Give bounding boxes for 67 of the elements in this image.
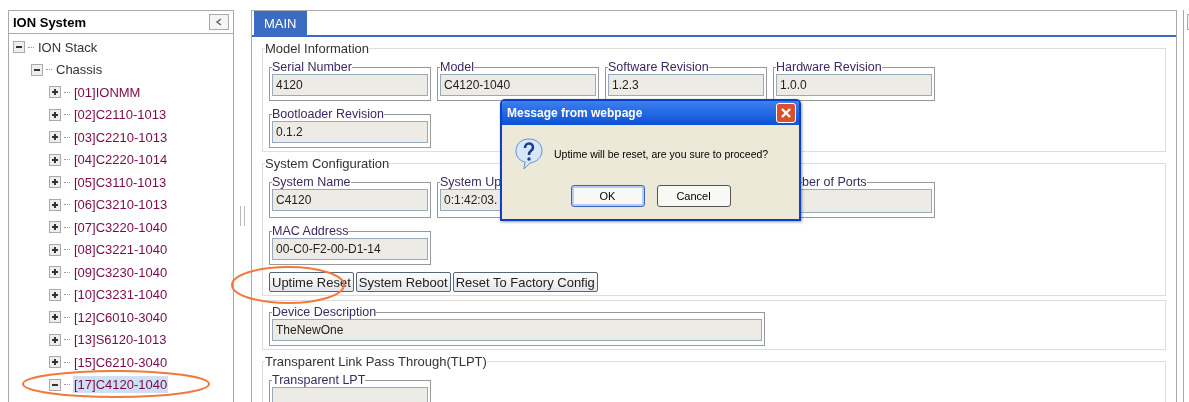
input-field[interactable]: C4120 bbox=[272, 189, 428, 211]
field-label: Hardware Revision bbox=[776, 61, 882, 74]
dialog-title: Message from webpage bbox=[507, 106, 643, 120]
expander-icon[interactable] bbox=[13, 41, 25, 54]
field-label: Software Revision bbox=[608, 61, 709, 74]
tree-item[interactable]: [04]C2220-1014 bbox=[73, 151, 169, 169]
tree-item[interactable]: [17]C4120-1040 bbox=[73, 376, 169, 394]
close-icon bbox=[780, 107, 792, 119]
expander-icon[interactable] bbox=[49, 198, 61, 211]
expander-icon[interactable] bbox=[49, 333, 61, 346]
splitter-grip[interactable] bbox=[240, 206, 245, 226]
tree-item[interactable]: [07]C3220-1040 bbox=[73, 218, 169, 236]
field-label: System Name bbox=[272, 176, 351, 189]
tree-item[interactable]: [10]C3231-1040 bbox=[73, 286, 169, 304]
expander-icon[interactable] bbox=[49, 153, 61, 166]
input-field[interactable]: TheNewOne bbox=[272, 319, 762, 341]
tree-item[interactable]: [13]S6120-1013 bbox=[73, 331, 168, 349]
section-title: Transparent Link Pass Through(TLPT) bbox=[265, 354, 487, 369]
field-label: Device Description bbox=[272, 306, 377, 319]
input-field[interactable]: 4120 bbox=[272, 74, 428, 96]
field-label: ber of Ports bbox=[802, 176, 867, 189]
input-field[interactable]: 1.0.0 bbox=[776, 74, 932, 96]
tree-item[interactable]: [08]C3221-1040 bbox=[73, 241, 169, 259]
dialog-button[interactable]: Cancel bbox=[656, 185, 731, 207]
tree-item[interactable]: [03]C2210-1013 bbox=[73, 128, 169, 146]
expander-icon[interactable] bbox=[49, 221, 61, 234]
question-icon bbox=[514, 137, 544, 171]
expander-icon[interactable] bbox=[49, 311, 61, 324]
input-field[interactable]: 00-C0-F2-00-D1-14 bbox=[272, 238, 428, 260]
dialog-button[interactable]: OK bbox=[570, 185, 645, 207]
chevron-left-icon bbox=[216, 18, 222, 26]
expander-icon[interactable] bbox=[49, 108, 61, 121]
tree-item[interactable]: [15]C6210-3040 bbox=[73, 353, 169, 371]
action-button[interactable]: Reset To Factory Config bbox=[452, 272, 598, 292]
dialog-message: Uptime will be reset, are you sure to proceed? bbox=[554, 148, 769, 160]
collapse-button[interactable] bbox=[209, 14, 229, 30]
expander-icon[interactable] bbox=[49, 356, 61, 369]
sidebar-title: ION System bbox=[13, 14, 86, 30]
field-label: Serial Number bbox=[272, 61, 352, 74]
section-title: System Configuration bbox=[265, 156, 390, 171]
tree-item[interactable]: [09]C3230-1040 bbox=[73, 263, 169, 281]
expander-icon[interactable] bbox=[31, 63, 43, 76]
action-button[interactable]: System Reboot bbox=[355, 272, 451, 292]
tab[interactable]: MAIN bbox=[254, 11, 307, 35]
expander-icon[interactable] bbox=[49, 266, 61, 279]
tree-item[interactable]: ION Stack bbox=[37, 38, 99, 56]
close-button[interactable] bbox=[776, 103, 796, 123]
tree-item[interactable]: Chassis bbox=[55, 61, 104, 79]
input-field[interactable]: C4120-1040 bbox=[440, 74, 596, 96]
expander-icon[interactable] bbox=[49, 378, 61, 391]
input-field[interactable]: 0.1.2 bbox=[272, 121, 428, 143]
expander-icon[interactable] bbox=[49, 243, 61, 256]
field-label: Model bbox=[440, 61, 475, 74]
expander-icon[interactable] bbox=[49, 176, 61, 189]
expander-icon[interactable] bbox=[49, 86, 61, 99]
field-label: Transparent LPT bbox=[272, 374, 366, 387]
section-title: Model Information bbox=[265, 41, 370, 56]
input-field[interactable]: 1.2.3 bbox=[608, 74, 764, 96]
tree-item[interactable]: [12]C6010-3040 bbox=[73, 308, 169, 326]
expander-icon[interactable] bbox=[49, 131, 61, 144]
tree-item[interactable]: [01]IONMM bbox=[73, 83, 142, 101]
tree-item[interactable]: [06]C3210-1013 bbox=[73, 196, 169, 214]
field-label: Bootloader Revision bbox=[272, 108, 384, 121]
tree-item[interactable]: [02]C2110-1013 bbox=[73, 106, 168, 124]
tree-item[interactable]: [05]C3110-1013 bbox=[73, 173, 168, 191]
expander-icon[interactable] bbox=[49, 288, 61, 301]
field-label: MAC Address bbox=[272, 225, 349, 238]
